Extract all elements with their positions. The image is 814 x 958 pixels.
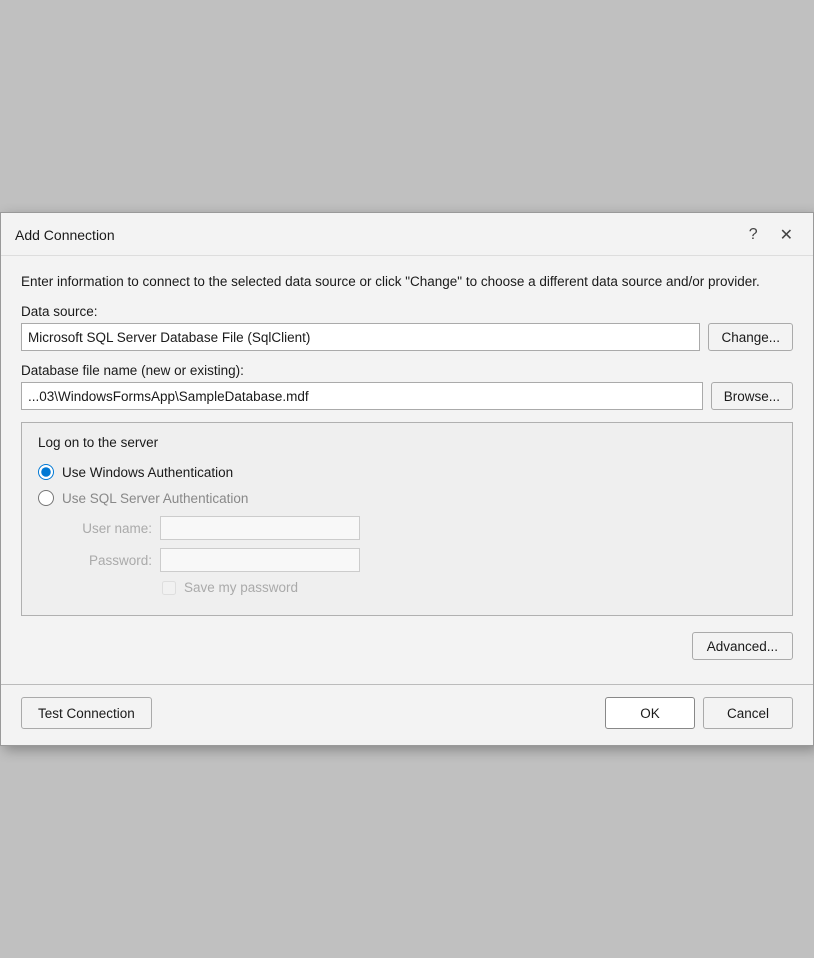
password-row: Password: [62,548,776,572]
footer-divider [1,684,813,685]
windows-auth-label: Use Windows Authentication [62,465,233,480]
description-text: Enter information to connect to the sele… [21,272,793,292]
dialog-title: Add Connection [15,227,115,243]
footer-right-buttons: OK Cancel [605,697,793,729]
sql-auth-label: Use SQL Server Authentication [62,491,248,506]
user-name-row: User name: [62,516,776,540]
data-source-label: Data source: [21,304,793,319]
logon-group-title: Log on to the server [38,435,776,450]
user-name-input[interactable] [160,516,360,540]
data-source-row: Change... [21,323,793,351]
save-password-checkbox[interactable] [162,581,176,595]
test-connection-button[interactable]: Test Connection [21,697,152,729]
user-name-label: User name: [62,521,152,536]
change-button[interactable]: Change... [708,323,793,351]
title-bar-left: Add Connection [15,227,115,243]
db-file-row: Browse... [21,382,793,410]
password-label: Password: [62,553,152,568]
db-file-section: Database file name (new or existing): Br… [21,363,793,410]
advanced-row: Advanced... [21,628,793,664]
save-password-row: Save my password [162,580,776,595]
title-bar: Add Connection ? ✕ [1,213,813,256]
windows-auth-row[interactable]: Use Windows Authentication [38,464,776,480]
windows-auth-radio[interactable] [38,464,54,480]
cancel-button[interactable]: Cancel [703,697,793,729]
ok-button[interactable]: OK [605,697,695,729]
dialog-body: Enter information to connect to the sele… [1,256,813,680]
data-source-section: Data source: Change... [21,304,793,351]
footer-buttons: Test Connection OK Cancel [1,689,813,745]
sql-auth-radio[interactable] [38,490,54,506]
add-connection-dialog: Add Connection ? ✕ Enter information to … [0,212,814,746]
browse-button[interactable]: Browse... [711,382,793,410]
title-bar-controls: ? ✕ [743,223,799,247]
password-input[interactable] [160,548,360,572]
db-file-input[interactable] [21,382,703,410]
help-button[interactable]: ? [743,224,764,246]
sql-auth-fields: User name: Password: Save my password [62,516,776,595]
data-source-input[interactable] [21,323,700,351]
logon-group: Log on to the server Use Windows Authent… [21,422,793,616]
db-file-label: Database file name (new or existing): [21,363,793,378]
save-password-label: Save my password [184,580,298,595]
sql-auth-row[interactable]: Use SQL Server Authentication [38,490,776,506]
close-button[interactable]: ✕ [774,223,799,247]
advanced-button[interactable]: Advanced... [692,632,793,660]
